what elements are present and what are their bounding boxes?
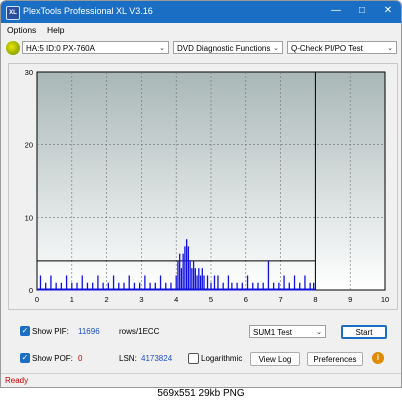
pi-po-chart: 0 1 2 3 4 5 6 7 8 9 10 30 20 10 0 (25, 68, 390, 304)
x-tick-label: 0 (35, 295, 39, 304)
x-tick-label: 9 (348, 295, 352, 304)
show-pif-checkbox[interactable]: ✓ (20, 326, 30, 336)
sum-test-select[interactable]: SUM1 Test ⌄ (249, 325, 326, 338)
x-tick-label: 3 (139, 295, 143, 304)
x-tick-label: 7 (279, 295, 283, 304)
controls-panel: ✓ Show PIF: 11696 rows/1ECC ✓ Show POF: … (1, 317, 401, 373)
y-tick-label: 30 (25, 68, 33, 77)
function-select[interactable]: DVD Diagnostic Functions ⌄ (173, 41, 283, 54)
y-tick-label: 20 (25, 141, 33, 150)
drive-icon (6, 41, 20, 55)
image-caption: 569x551 29kb PNG (157, 388, 245, 399)
title-bar[interactable]: XL PlexTools Professional XL V3.16 — □ ✕ (1, 1, 401, 23)
close-icon[interactable]: ✕ (379, 3, 397, 19)
x-tick-label: 6 (244, 295, 248, 304)
app-window: XL PlexTools Professional XL V3.16 — □ ✕… (0, 0, 402, 388)
logarithmic-label: Logarithmic (201, 354, 243, 363)
x-tick-labels: 0 1 2 3 4 5 6 7 8 9 10 (35, 295, 389, 304)
rows-label: rows/1ECC (119, 327, 160, 336)
info-icon[interactable]: i (372, 352, 384, 364)
y-tick-label: 0 (29, 286, 33, 295)
test-select[interactable]: Q-Check PI/PO Test ⌄ (287, 41, 397, 54)
menu-help[interactable]: Help (47, 25, 64, 35)
x-tick-label: 5 (209, 295, 213, 304)
menu-bar: Options Help (1, 23, 401, 38)
pif-value: 11696 (78, 327, 100, 336)
show-pif-label: Show PIF: (32, 327, 69, 336)
maximize-icon[interactable]: □ (353, 3, 371, 19)
preferences-button[interactable]: Preferences (307, 352, 363, 366)
chevron-down-icon: ⌄ (159, 45, 165, 52)
toolbar: HA:5 ID:0 PX-760A ⌄ DVD Diagnostic Funct… (1, 38, 401, 58)
window-title: PlexTools Professional XL V3.16 (23, 6, 153, 16)
chart-panel: 0 1 2 3 4 5 6 7 8 9 10 30 20 10 0 (8, 63, 398, 310)
start-button[interactable]: Start (341, 325, 387, 339)
x-tick-label: 2 (105, 295, 109, 304)
sum-test-select-value: SUM1 Test (253, 328, 292, 337)
function-select-value: DVD Diagnostic Functions (177, 44, 271, 53)
chevron-down-icon: ⌄ (273, 45, 279, 52)
show-pof-checkbox[interactable]: ✓ (20, 353, 30, 363)
x-tick-label: 1 (70, 295, 74, 304)
y-tick-labels: 30 20 10 0 (25, 68, 33, 295)
view-log-button[interactable]: View Log (250, 352, 300, 366)
lsn-label: LSN: (119, 354, 137, 363)
y-tick-label: 10 (25, 213, 33, 222)
x-tick-label: 8 (313, 295, 317, 304)
lsn-value: 4173824 (141, 354, 173, 363)
show-pof-label: Show POF: (32, 354, 73, 363)
x-tick-label: 4 (174, 295, 178, 304)
minimize-icon[interactable]: — (327, 3, 345, 19)
app-icon: XL (6, 6, 20, 20)
menu-options[interactable]: Options (7, 25, 36, 35)
drive-select-value: HA:5 ID:0 PX-760A (26, 44, 95, 53)
test-select-value: Q-Check PI/PO Test (291, 44, 363, 53)
status-text: Ready (5, 376, 29, 385)
logarithmic-checkbox[interactable] (188, 353, 199, 364)
status-bar: Ready (1, 373, 401, 387)
x-tick-label: 10 (381, 295, 389, 304)
chevron-down-icon: ⌄ (316, 329, 322, 336)
drive-select[interactable]: HA:5 ID:0 PX-760A ⌄ (22, 41, 169, 54)
chevron-down-icon: ⌄ (387, 45, 393, 52)
pof-value: 0 (78, 354, 83, 363)
